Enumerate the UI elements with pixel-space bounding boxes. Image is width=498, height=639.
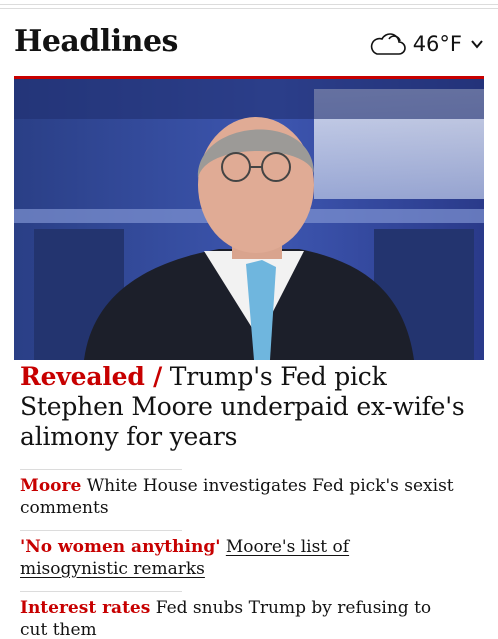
chevron-down-icon[interactable] (470, 37, 484, 51)
section-header: Headlines 46°F (0, 14, 498, 74)
divider (20, 530, 182, 531)
sublink-item[interactable]: Interest rates Fed snubs Trump by refusi… (20, 597, 460, 639)
cloud-icon (370, 33, 406, 55)
headline-kicker: Revealed / (20, 362, 163, 391)
section-title: Headlines (14, 24, 178, 59)
lead-headline[interactable]: Revealed / Trump's Fed pick Stephen Moor… (20, 362, 480, 452)
sublink-kicker: 'No women anything' (20, 537, 221, 557)
divider (20, 591, 182, 592)
temperature: 46°F (412, 32, 462, 56)
divider (20, 469, 182, 470)
sublink-kicker: Moore (20, 476, 82, 496)
sublink-kicker: Interest rates (20, 598, 151, 618)
top-band (0, 0, 498, 14)
divider (0, 4, 498, 5)
sublink-text: White House investigates Fed pick's sexi… (20, 476, 454, 518)
sublink-item[interactable]: 'No women anything' Moore's list of miso… (20, 536, 460, 580)
hero-image[interactable] (14, 76, 484, 360)
weather-widget[interactable]: 46°F (367, 28, 484, 60)
divider (0, 8, 498, 9)
sublink-item[interactable]: Moore White House investigates Fed pick'… (20, 475, 460, 519)
